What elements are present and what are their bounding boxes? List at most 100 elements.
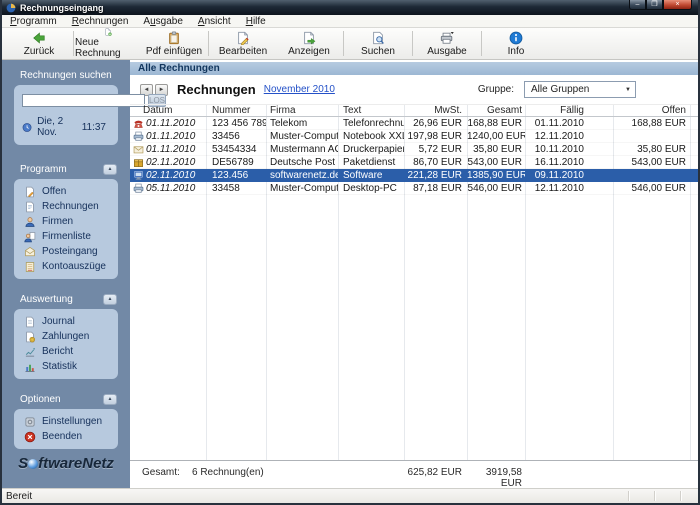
table-row-selected[interactable]: 02.11.2010 123.456 softwarenetz.de Softw… xyxy=(130,169,698,182)
menu-rechnungen[interactable]: Rechnungen xyxy=(72,16,129,27)
sidebar-item-firmenliste[interactable]: Firmenliste xyxy=(14,229,118,244)
column-header-firma[interactable]: Firma xyxy=(266,105,338,116)
column-header-datum[interactable]: Datum xyxy=(130,105,206,116)
edit-icon xyxy=(238,31,249,45)
status-text: Bereit xyxy=(6,490,33,502)
period-link[interactable]: November 2010 xyxy=(264,84,335,95)
table-row[interactable]: 01.11.2010 123 456 7890 Telekom Telefonr… xyxy=(130,117,698,130)
menu-hilfe[interactable]: Hilfe xyxy=(246,16,266,27)
current-date: Die, 2 Nov. xyxy=(37,116,64,138)
table-row[interactable]: 02.11.2010 DE56789 Deutsche Post Paketdi… xyxy=(130,156,698,169)
window-title: Rechnungseingang xyxy=(20,2,104,13)
minimize-button[interactable]: – xyxy=(629,0,646,10)
sidebar-item-einstellungen[interactable]: Einstellungen xyxy=(14,414,118,429)
back-arrow-icon xyxy=(33,31,45,44)
report-icon xyxy=(25,347,35,356)
view-icon xyxy=(304,31,316,44)
sidebar-item-posteingang[interactable]: Posteingang xyxy=(14,244,118,259)
sidebar-item-statistik[interactable]: Statistik xyxy=(14,359,118,374)
computer-icon xyxy=(134,170,143,180)
sidebar-item-zahlungen[interactable]: Zahlungen xyxy=(14,329,118,344)
pdf-insert-icon xyxy=(169,30,179,44)
search-input[interactable] xyxy=(22,94,145,107)
journal-icon xyxy=(26,316,34,327)
view-button[interactable]: Anzeigen xyxy=(276,28,342,59)
maximize-button[interactable]: ❐ xyxy=(646,0,663,10)
clock-icon xyxy=(22,122,32,132)
open-document-icon xyxy=(26,186,34,197)
quit-icon xyxy=(24,431,36,442)
sidebar-item-journal[interactable]: Journal xyxy=(14,314,118,329)
back-button[interactable]: Zurück xyxy=(6,28,72,59)
footer-mwst-total: 625,82 EUR xyxy=(407,467,462,478)
new-invoice-button[interactable]: Neue Rechnung xyxy=(75,28,141,59)
footer-total-label: Gesamt: xyxy=(142,467,180,478)
section-title-programm: Programm xyxy=(20,164,67,175)
sidebar-item-beenden[interactable]: Beenden xyxy=(14,429,118,444)
person-list-icon xyxy=(24,231,36,242)
search-button[interactable]: Suchen xyxy=(345,28,411,59)
search-panel: LOS Die, 2 Nov. 11:37 xyxy=(14,85,167,145)
group-dropdown[interactable]: Alle Gruppen ▼ xyxy=(524,81,636,98)
invoice-document-icon xyxy=(26,201,34,212)
new-invoice-icon xyxy=(105,28,112,36)
status-bar: Bereit xyxy=(2,488,698,503)
output-button[interactable]: Ausgabe xyxy=(414,28,480,59)
column-header-text[interactable]: Text xyxy=(338,105,404,116)
section-title-auswertung: Auswertung xyxy=(20,294,73,305)
page-title: Rechnungen xyxy=(177,82,256,97)
section-title-optionen: Optionen xyxy=(20,394,61,405)
sidebar-item-firmen[interactable]: Firmen xyxy=(14,214,118,229)
print-icon xyxy=(440,31,454,44)
toolbar-separator xyxy=(73,31,74,56)
info-button[interactable]: Info xyxy=(483,28,549,59)
column-header-mwst[interactable]: MwSt. xyxy=(404,105,467,116)
column-header-offen[interactable]: Offen xyxy=(613,105,698,116)
pdf-insert-button[interactable]: Pdf einfügen xyxy=(141,28,207,59)
collapse-icon[interactable]: ▲ xyxy=(103,164,117,175)
toolbar-separator xyxy=(412,31,413,56)
edit-button[interactable]: Bearbeiten xyxy=(210,28,276,59)
table-row[interactable]: 05.11.2010 33458 Muster-Computer Desktop… xyxy=(130,182,698,195)
footer-invoice-count: 6 Rechnung(en) xyxy=(192,467,264,478)
package-icon xyxy=(134,158,143,167)
toolbar-separator xyxy=(208,31,209,56)
app-window: Rechnungseingang – ❐ × Programm Rechnung… xyxy=(0,0,700,505)
sidebar-item-kontoauszuege[interactable]: Kontoauszüge xyxy=(14,259,118,274)
menu-ansicht[interactable]: Ansicht xyxy=(198,16,231,27)
ledger-icon xyxy=(25,261,35,272)
search-section-title: Rechnungen suchen xyxy=(20,70,112,81)
footer-gesamt-total: 3919,58 EUR xyxy=(485,467,522,489)
close-button[interactable]: × xyxy=(663,0,692,10)
sidebar-item-rechnungen[interactable]: Rechnungen xyxy=(14,199,118,214)
programm-panel: Offen Rechnungen Firmen Firmenliste Post… xyxy=(14,179,118,279)
toolbar-separator xyxy=(343,31,344,56)
column-header-nummer[interactable]: Nummer xyxy=(206,105,266,116)
collapse-icon[interactable]: ▲ xyxy=(103,394,117,405)
toolbar: Zurück Neue Rechnung Pdf einfügen Bearbe… xyxy=(2,28,698,60)
main-area: Alle Rechnungen ◄ ► Rechnungen November … xyxy=(130,60,698,489)
toolbar-separator xyxy=(481,31,482,56)
search-icon xyxy=(373,31,384,44)
collapse-icon[interactable]: ▲ xyxy=(103,294,117,305)
table-row[interactable]: 01.11.2010 53454334 Mustermann AG Drucke… xyxy=(130,143,698,156)
table-header: Datum Nummer Firma Text MwSt. Gesamt Fäl… xyxy=(130,104,698,117)
envelope-icon xyxy=(25,246,35,256)
table-row[interactable]: 01.11.2010 33456 Muster-Computer Noteboo… xyxy=(130,130,698,143)
sidebar-item-offen[interactable]: Offen xyxy=(14,184,118,199)
sidebar: Rechnungen suchen LOS Die, 2 Nov. 11:37 … xyxy=(2,60,167,488)
menu-programm[interactable]: Programm xyxy=(10,16,57,27)
column-header-faellig[interactable]: Fällig xyxy=(525,105,613,116)
person-icon xyxy=(25,216,35,227)
softwarenetz-logo: SftwareNetz xyxy=(18,455,114,472)
view-caption: Alle Rechnungen xyxy=(130,62,698,75)
fax-icon xyxy=(133,183,144,193)
column-header-gesamt[interactable]: Gesamt xyxy=(467,105,525,116)
phone-icon xyxy=(134,120,143,128)
bar-chart-icon xyxy=(25,364,35,372)
sidebar-item-bericht[interactable]: Bericht xyxy=(14,344,118,359)
info-icon xyxy=(509,31,523,44)
menu-ausgabe[interactable]: Ausgabe xyxy=(143,16,182,27)
current-time: 11:37 xyxy=(81,121,106,133)
app-logo-icon xyxy=(6,3,16,12)
